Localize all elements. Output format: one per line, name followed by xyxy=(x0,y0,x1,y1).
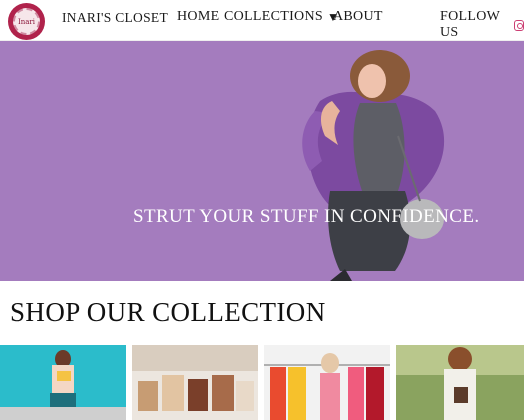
nav-collections-dropdown[interactable]: COLLECTIONS ▼ xyxy=(224,9,339,25)
collection-thumbnail-2[interactable] xyxy=(132,345,258,420)
thumbnail-image-bags xyxy=(132,345,258,420)
collection-thumbnail-3[interactable] xyxy=(264,345,390,420)
thumbnail-image-clothes-rack xyxy=(264,345,390,420)
hero-banner: STRUT YOUR STUFF IN CONFIDENCE. xyxy=(0,41,524,281)
hero-image xyxy=(0,41,524,281)
collection-thumbnail-1[interactable] xyxy=(0,345,126,420)
nav-about-link[interactable]: ABOUT xyxy=(333,9,383,25)
top-navbar: Inari INARI'S CLOSET HOME COLLECTIONS ▼ … xyxy=(0,0,524,41)
nav-home-link[interactable]: HOME xyxy=(177,9,219,25)
instagram-icon[interactable] xyxy=(514,19,524,31)
brand-logo[interactable]: Inari xyxy=(8,3,45,40)
section-title: SHOP OUR COLLECTION xyxy=(10,297,326,327)
thumbnail-image-outdoor xyxy=(396,345,524,420)
nav-collections-label: COLLECTIONS xyxy=(224,9,323,24)
follow-us[interactable]: FOLLOW US xyxy=(440,9,524,41)
hero-headline: STRUT YOUR STUFF IN CONFIDENCE. xyxy=(133,206,480,227)
follow-us-label: FOLLOW US xyxy=(440,9,500,40)
logo-text: Inari xyxy=(13,8,40,35)
collection-thumbnail-4[interactable] xyxy=(396,345,524,420)
thumbnail-image-books xyxy=(0,345,126,420)
brand-name[interactable]: INARI'S CLOSET xyxy=(62,10,168,26)
